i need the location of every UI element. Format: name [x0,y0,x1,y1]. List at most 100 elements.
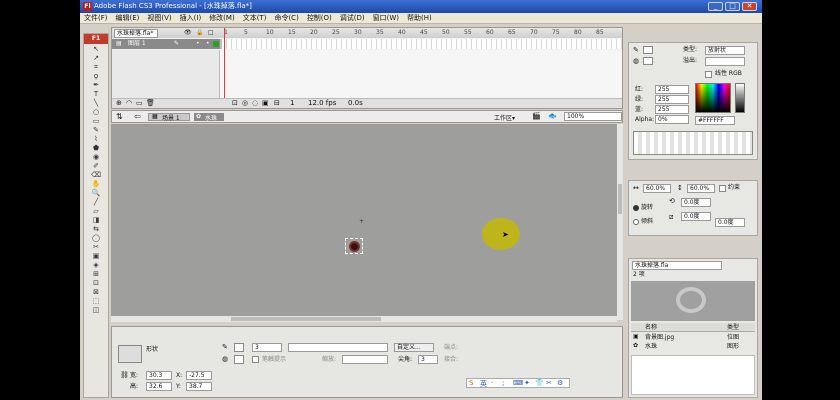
option-d-tool-icon[interactable]: ⊠ [91,288,101,296]
scale-width-input[interactable]: 60.0% [643,184,671,193]
menu-view[interactable]: 视图(V) [143,13,175,24]
edit-symbol-icon[interactable]: 🐟 [548,112,557,120]
ime-button[interactable]: ✂ [546,379,552,387]
scale-select[interactable] [342,355,388,364]
playhead[interactable] [224,28,225,108]
stroke-style-select[interactable] [288,343,388,352]
pen-tool-icon[interactable]: ✒ [91,81,101,89]
option-f-tool-icon[interactable]: ◫ [91,306,101,314]
frame-ruler[interactable]: 1 5 10 15 20 25 30 35 40 45 50 55 60 65 70 75 80 85 [222,28,622,38]
eye-icon[interactable]: 👁 [184,29,192,36]
ime-button[interactable]: S [469,379,473,387]
stage[interactable]: + ➤ [111,124,617,320]
timeline-toggle-icon[interactable]: ⇅ [116,112,123,121]
stage-vertical-scrollbar[interactable] [617,124,623,320]
custom-stroke-button[interactable]: 自定义... [394,343,434,352]
ink-bottle-tool-icon[interactable]: ⬟ [91,144,101,152]
library-row[interactable]: ✿ 水珠 图形 [631,342,755,351]
constrain-checkbox[interactable] [719,185,726,192]
onion-skin-icon[interactable]: ◎ [242,99,248,108]
stroke-tool-icon[interactable]: ╱ [91,198,101,206]
ime-button[interactable]: ⚙ [557,379,563,387]
eraser-tool-icon[interactable]: ⌫ [91,171,101,179]
ime-button[interactable]: ✦ [524,379,530,387]
ime-button[interactable]: · [491,379,493,387]
mixer-stroke-swatch[interactable] [643,46,653,54]
paint-bucket-tool-icon[interactable]: ◉ [91,153,101,161]
back-arrow-icon[interactable]: ⇦ [134,112,141,121]
menu-window[interactable]: 窗口(W) [369,13,403,24]
ime-button[interactable]: ⌨ [513,379,523,387]
menu-debug[interactable]: 调试(D) [336,13,369,24]
menu-text[interactable]: 文本(T) [239,13,271,24]
menu-help[interactable]: 帮助(H) [403,13,436,24]
skew-radio[interactable] [633,219,639,225]
menu-commands[interactable]: 命令(C) [270,13,302,24]
fill-tool-icon[interactable]: ▱ [91,207,101,215]
hscroll-thumb[interactable] [231,317,381,321]
rotate-input[interactable]: 0.0度 [681,198,711,207]
swap-colors-tool-icon[interactable]: ◨ [91,216,101,224]
gradient-preview[interactable] [633,131,753,155]
add-guide-icon[interactable]: ◠ [126,99,132,108]
menu-modify[interactable]: 修改(M) [205,13,239,24]
add-layer-icon[interactable]: ⊕ [116,99,122,108]
option-e-tool-icon[interactable]: ⬚ [91,297,101,305]
close-button[interactable]: ✕ [742,2,757,11]
smooth-tool-icon[interactable]: ✂ [91,243,101,251]
option-c-tool-icon[interactable]: ⊡ [91,279,101,287]
option-b-tool-icon[interactable]: ⊞ [91,270,101,278]
snap-tool-icon[interactable]: ◯ [91,234,101,242]
menu-insert[interactable]: 插入(I) [176,13,206,24]
text-tool-icon[interactable]: T [91,90,101,98]
dot-icon[interactable]: • [206,39,210,49]
scene-breadcrumb[interactable]: 场景 1 [162,113,180,122]
edit-scene-icon[interactable]: 🎬 [532,112,541,120]
menu-control[interactable]: 控制(O) [303,13,336,24]
symbol-breadcrumb[interactable]: 水珠 [205,113,217,122]
fill-color-icon[interactable]: ◍ [633,57,639,65]
ime-button[interactable]: 👕 [535,379,544,387]
y-input[interactable]: 38.7 [186,382,212,391]
option-a-tool-icon[interactable]: ◈ [91,261,101,269]
lock-icon[interactable]: 🔒 [196,29,203,36]
height-input[interactable]: 32.6 [146,382,172,391]
onion-outline-icon[interactable]: ◌ [252,99,258,108]
layer-frames[interactable] [222,39,622,49]
linear-rgb-checkbox[interactable] [705,71,712,78]
selected-shape[interactable] [345,238,363,254]
zoom-select[interactable]: 100% [564,112,622,121]
selection-tool-icon[interactable]: ↖ [91,45,101,53]
outline-icon[interactable]: □ [208,29,214,36]
center-frame-icon[interactable]: ⊡ [232,99,238,108]
library-col-type[interactable]: 类型 [727,323,739,332]
menu-edit[interactable]: 编辑(E) [112,13,144,24]
hinting-checkbox[interactable] [252,356,259,363]
stroke-color-icon[interactable]: ✎ [633,46,639,54]
color-spectrum[interactable] [695,83,731,113]
water-drop[interactable] [482,218,520,250]
stroke-color-icon[interactable]: ✎ [222,343,228,351]
ime-button[interactable]: 英 [480,379,487,389]
width-input[interactable]: 30.3 [146,371,172,380]
zoom-tool-icon[interactable]: 🔍 [91,189,101,197]
rectangle-tool-icon[interactable]: ▭ [91,117,101,125]
workspace-menu[interactable]: 工作区▾ [494,113,515,122]
minimize-button[interactable]: _ [708,2,723,11]
layer-name-cell[interactable]: ▤ 图层 1 ✎ • • [112,39,220,49]
alpha-input[interactable]: 0% [655,115,689,124]
layer-color-box[interactable] [213,41,219,47]
menu-file[interactable]: 文件(F) [80,13,112,24]
fill-color-icon[interactable]: ◍ [222,355,228,363]
free-transform-tool-icon[interactable]: ⌗ [91,63,101,71]
skew-horizontal-input[interactable]: 0.0度 [681,212,711,221]
hex-input[interactable]: #FFFFFF [695,116,735,125]
fill-color-swatch[interactable] [234,355,244,364]
ime-button[interactable]: ; [502,379,504,387]
add-folder-icon[interactable]: ▭ [136,99,143,108]
stroke-width-input[interactable]: 3 [252,343,282,352]
line-tool-icon[interactable]: ╲ [91,99,101,107]
fill-type-select[interactable]: 放射状 [705,46,745,55]
maximize-button[interactable]: □ [725,2,740,11]
library-row[interactable]: ▣ 背景图.jpg 位图 [631,333,755,342]
